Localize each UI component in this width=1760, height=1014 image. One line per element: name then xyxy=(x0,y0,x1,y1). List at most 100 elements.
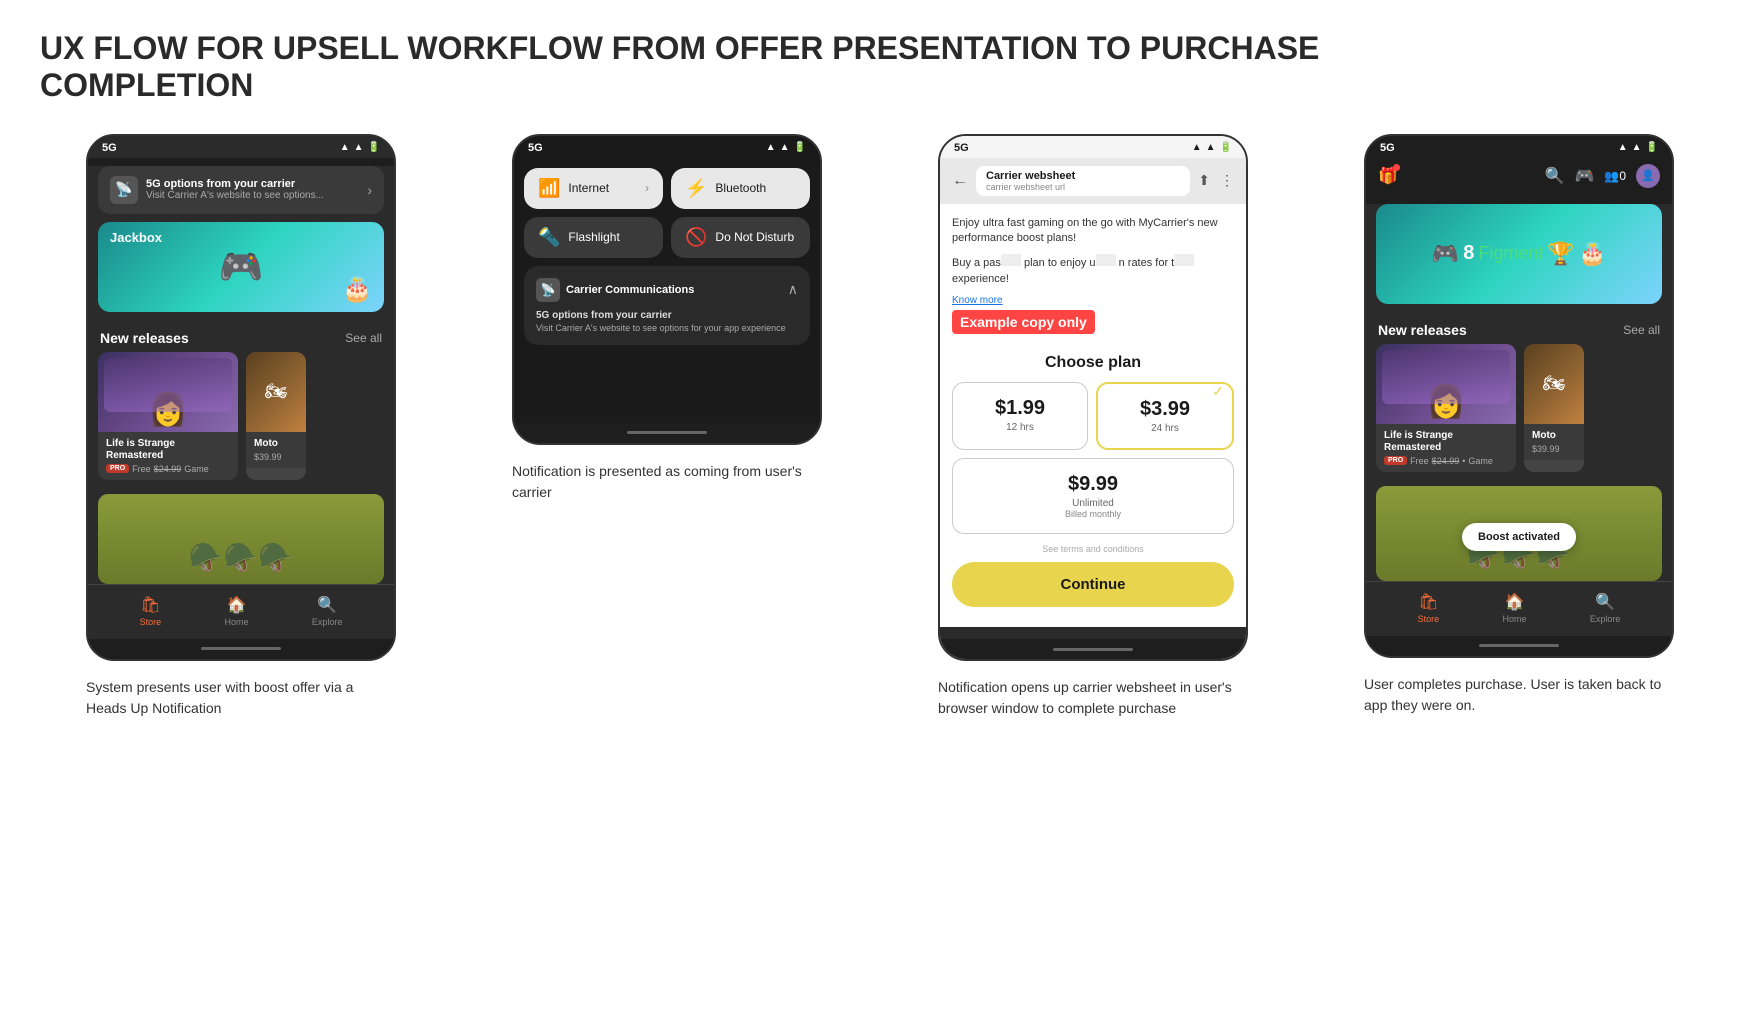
know-more-link[interactable]: Know more xyxy=(952,295,1234,306)
carrier-notification-2: 📡 Carrier Communications ∧ 5G options fr… xyxy=(524,266,810,345)
nav-home-4[interactable]: 🏠 Home xyxy=(1502,592,1526,624)
new-releases-header-1: New releases See all xyxy=(88,320,394,352)
bottom-nav-4: 🛍 Store 🏠 Home 🔍 Explore xyxy=(1366,581,1672,636)
partial-card-img: 🏍 xyxy=(246,352,306,432)
plan-card-9-99[interactable]: $9.99 Unlimited Billed monthly xyxy=(952,458,1234,534)
banner-emoji: 🎮 xyxy=(219,246,264,288)
page-title: UX FLOW FOR UPSELL WORKFLOW FROM OFFER P… xyxy=(40,30,1720,104)
explore-icon-1: 🔍 xyxy=(317,595,337,615)
pro-badge-4: PRO xyxy=(1384,456,1407,465)
flashlight-icon: 🔦 xyxy=(538,227,560,248)
nav-store-1[interactable]: 🛍 Store xyxy=(140,595,162,627)
chevron-down-icon: › xyxy=(367,182,372,198)
home-indicator-4 xyxy=(1366,636,1672,656)
game-type-4: • xyxy=(1462,456,1465,466)
search-icon[interactable]: 🔍 xyxy=(1545,166,1565,186)
browser-url: carrier websheet url xyxy=(986,182,1180,192)
wifi-icon-2: ▲ xyxy=(780,142,790,153)
partial-img-4: 🏍 xyxy=(1524,344,1584,424)
qs-bluetooth-label: Bluetooth xyxy=(715,181,766,195)
continue-button[interactable]: Continue xyxy=(952,562,1234,607)
home-bar-2 xyxy=(627,431,707,434)
nav-store-label-1: Store xyxy=(140,617,162,627)
trophy-icon-4: 🏆 xyxy=(1547,241,1574,267)
see-all-1[interactable]: See all xyxy=(345,331,382,345)
friends-count: 👥0 xyxy=(1604,169,1626,183)
battery-icon-4: 🔋 xyxy=(1646,142,1658,153)
nav-home-label-1: Home xyxy=(224,617,248,627)
banner-num: 8 xyxy=(1463,242,1474,265)
nav-store-4[interactable]: 🛍 Store xyxy=(1418,592,1440,624)
wifi-qs-icon: 📶 xyxy=(538,178,560,199)
share-icon[interactable]: ⬆ xyxy=(1198,172,1210,189)
game-card-partial-4[interactable]: 🏍 Moto $39.99 xyxy=(1524,344,1584,472)
screen3-footer xyxy=(940,627,1246,639)
description-2: Notification is presented as coming from… xyxy=(512,461,822,503)
game-title-1: Life is Strange Remastered xyxy=(106,438,230,462)
banner-label: Jackbox xyxy=(110,230,162,245)
game-card-4[interactable]: 👩 Life is Strange Remastered PRO Free $2… xyxy=(1376,344,1516,472)
qs-flashlight-tile[interactable]: 🔦 Flashlight xyxy=(524,217,663,258)
nav-explore-1[interactable]: 🔍 Explore xyxy=(312,595,343,627)
game-card-partial-1[interactable]: 🏍 Moto $39.99 xyxy=(246,352,306,480)
bottom-banner-container-4: 🪖🪖🪖 Boost activated xyxy=(1366,486,1672,581)
expand-icon[interactable]: ∧ xyxy=(788,281,798,298)
status-bar-1: 5G ▲ ▲ 🔋 xyxy=(88,136,394,158)
terms-text[interactable]: See terms and conditions xyxy=(952,544,1234,554)
qs-internet-tile[interactable]: 📶 Internet › xyxy=(524,168,663,209)
notification-bar-1: 📡 5G options from your carrier Visit Car… xyxy=(98,166,384,214)
carrier-icon-1: 📡 xyxy=(110,176,138,204)
partial-card-info: Moto $39.99 xyxy=(246,432,306,468)
see-all-4[interactable]: See all xyxy=(1623,323,1660,337)
status-5g-4: 5G xyxy=(1380,142,1395,154)
waveside-icon: 🎮 xyxy=(1432,241,1459,267)
plan1-price: $1.99 xyxy=(961,397,1079,420)
figment-text: Figment xyxy=(1478,243,1543,264)
nav-home-1[interactable]: 🏠 Home xyxy=(224,595,248,627)
status-bar-4: 5G ▲ ▲ 🔋 xyxy=(1366,136,1672,158)
cake-icon-4: 🎂 xyxy=(1579,241,1606,267)
plan-card-3-99[interactable]: ✓ $3.99 24 hrs xyxy=(1096,382,1234,450)
status-5g-1: 5G xyxy=(102,142,117,154)
status-bar-3: 5G ▲ ▲ 🔋 xyxy=(940,136,1246,158)
qs-dnd-tile[interactable]: 🚫 Do Not Disturb xyxy=(671,217,810,258)
more-icon[interactable]: ⋮ xyxy=(1220,172,1234,189)
avatar[interactable]: 👤 xyxy=(1636,164,1660,188)
game-meta-1: PRO Free $24.99 Game xyxy=(106,464,230,474)
controller-icon[interactable]: 🎮 xyxy=(1574,166,1594,186)
moto-meta-4: $39.99 xyxy=(1532,444,1576,454)
bluetooth-icon: ⚡ xyxy=(685,178,707,199)
signal-icon-4: ▲ xyxy=(1618,142,1628,153)
game-card-1[interactable]: 👩 Life is Strange Remastered PRO Free $2… xyxy=(98,352,238,480)
plan-card-1-99[interactable]: $1.99 12 hrs xyxy=(952,382,1088,450)
websheet-content: Enjoy ultra fast gaming on the go with M… xyxy=(940,204,1246,628)
game-card-info-4: Life is Strange Remastered PRO Free $24.… xyxy=(1376,424,1516,472)
moto-title-4: Moto xyxy=(1532,430,1576,442)
notification-text-1: 5G options from your carrier Visit Carri… xyxy=(146,178,359,201)
plan2-duration: 24 hrs xyxy=(1106,423,1224,434)
qs-bluetooth-tile[interactable]: ⚡ Bluetooth xyxy=(671,168,810,209)
moto-price: $39.99 xyxy=(254,452,282,462)
screen3-column: 5G ▲ ▲ 🔋 ← Carrier websheet carrier webs… xyxy=(892,134,1294,720)
banner-deco: 🎂 xyxy=(342,275,372,304)
qs-internet-label: Internet xyxy=(568,181,609,195)
game-price-orig-1: $24.99 xyxy=(154,464,182,474)
nav-store-label-4: Store xyxy=(1418,614,1440,624)
dnd-icon: 🚫 xyxy=(685,227,707,248)
notif-body-1: Visit Carrier A's website to see options… xyxy=(146,190,359,201)
banner-icons-4: 🎮 8 Figment 🏆 🎂 xyxy=(1376,241,1662,267)
header-icons-row: 🔍 🎮 👥0 👤 xyxy=(1545,164,1660,188)
wifi-icon-4: ▲ xyxy=(1632,142,1642,153)
game-meta-4: PRO Free $24.99 • Game xyxy=(1384,456,1508,466)
url-bar[interactable]: Carrier websheet carrier websheet url xyxy=(976,166,1190,196)
nav-explore-4[interactable]: 🔍 Explore xyxy=(1590,592,1621,624)
home-icon-4: 🏠 xyxy=(1505,592,1525,612)
section-title-1: New releases xyxy=(100,330,189,346)
qs-row-1: 📶 Internet › ⚡ Bluetooth xyxy=(524,168,810,209)
notif-title-1: 5G options from your carrier xyxy=(146,178,359,190)
carrier-notif-body: Visit Carrier A's website to see options… xyxy=(536,323,798,333)
moto-4: 🏍 xyxy=(1535,365,1574,402)
qs-dnd-label: Do Not Disturb xyxy=(715,230,794,244)
browser-bar: ← Carrier websheet carrier websheet url … xyxy=(940,158,1246,204)
back-button[interactable]: ← xyxy=(952,172,968,190)
